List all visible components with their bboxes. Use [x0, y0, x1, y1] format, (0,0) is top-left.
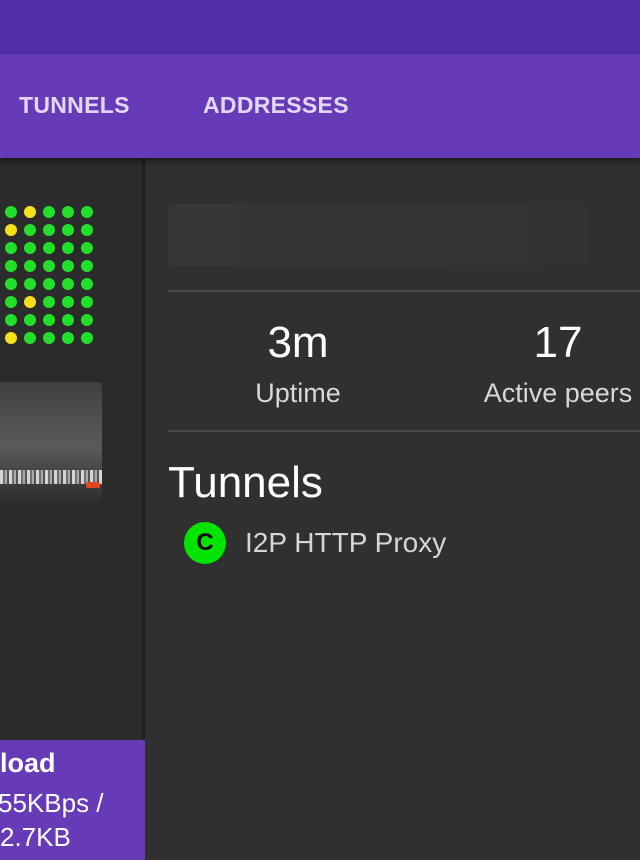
- peer-dot: [24, 278, 36, 290]
- peer-dot: [81, 242, 93, 254]
- active-peers-value: 17: [533, 318, 583, 367]
- peer-dot: [24, 314, 36, 326]
- peer-dot: [43, 224, 55, 236]
- tab-addresses[interactable]: ADDRESSES: [203, 92, 349, 120]
- peer-dot: [62, 224, 74, 236]
- peer-dot: [62, 314, 74, 326]
- peer-dot: [5, 206, 17, 218]
- uptime-value: 3m: [267, 318, 329, 367]
- thumbnail-highlight: [86, 482, 100, 488]
- peer-status-dot-matrix: [2, 206, 102, 344]
- bandwidth-rate: 55KBps /: [0, 788, 104, 818]
- peer-dot: [43, 296, 55, 308]
- peer-dot: [5, 332, 17, 344]
- peer-dot: [43, 332, 55, 344]
- bandwidth-card-title: load: [0, 748, 56, 778]
- uptime-label: Uptime: [255, 378, 341, 408]
- peer-dot: [81, 332, 93, 344]
- peer-dot: [24, 296, 36, 308]
- peer-dot: [81, 278, 93, 290]
- peer-dot: [62, 296, 74, 308]
- uptime-stat: 3m Uptime: [238, 318, 358, 409]
- tunnels-section-title: Tunnels: [168, 458, 323, 507]
- peer-dot: [62, 332, 74, 344]
- peer-dot: [81, 260, 93, 272]
- router-status-panel: 3m Uptime 17 Active peers Tunnels C I2P …: [148, 158, 640, 860]
- peer-dot: [81, 224, 93, 236]
- client-tunnel-badge-icon: C: [184, 522, 226, 564]
- peer-dot: [24, 260, 36, 272]
- peer-dot: [5, 278, 17, 290]
- peer-dot: [5, 260, 17, 272]
- peer-dot: [24, 206, 36, 218]
- active-peers-stat: 17 Active peers: [468, 318, 640, 409]
- peer-dot: [5, 242, 17, 254]
- active-peers-label: Active peers: [483, 378, 633, 408]
- peer-dot: [62, 206, 74, 218]
- divider: [168, 290, 640, 292]
- peer-dot: [5, 224, 17, 236]
- peer-dot: [43, 260, 55, 272]
- status-header-blurred: [168, 204, 588, 266]
- peer-dot: [43, 206, 55, 218]
- bandwidth-total: 2.7KB: [0, 822, 71, 852]
- peer-dot: [43, 314, 55, 326]
- peer-dot: [5, 314, 17, 326]
- tunnel-item[interactable]: C I2P HTTP Proxy: [184, 522, 624, 564]
- peer-dot: [62, 260, 74, 272]
- peer-dot: [5, 296, 17, 308]
- peer-dot: [24, 242, 36, 254]
- peer-dot: [24, 224, 36, 236]
- bandwidth-card[interactable]: load 55KBps / 2.7KB: [0, 740, 145, 860]
- app-bar: [0, 0, 640, 54]
- left-pane: load 55KBps / 2.7KB: [0, 158, 145, 860]
- peer-dot: [81, 296, 93, 308]
- peer-dot: [43, 278, 55, 290]
- peer-dot: [81, 206, 93, 218]
- peer-dot: [81, 314, 93, 326]
- peer-dot: [24, 332, 36, 344]
- peer-dot: [62, 242, 74, 254]
- tab-tunnels[interactable]: TUNNELS: [19, 92, 130, 120]
- peer-dot: [43, 242, 55, 254]
- tunnel-name: I2P HTTP Proxy: [245, 527, 447, 558]
- peer-dot: [62, 278, 74, 290]
- divider: [168, 430, 640, 432]
- thumbnail-image: [0, 382, 102, 502]
- tab-bar: TUNNELS ADDRESSES: [0, 54, 640, 158]
